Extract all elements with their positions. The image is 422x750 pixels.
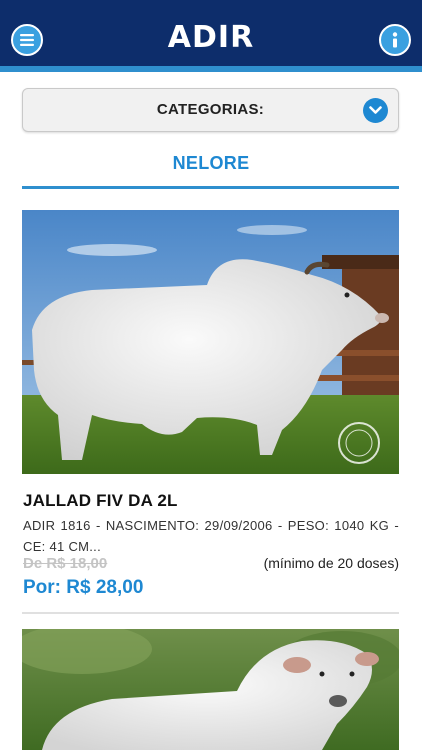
minimum-doses-note: (mínimo de 20 doses) xyxy=(263,555,399,571)
categories-label: CATEGORIAS: xyxy=(156,101,265,118)
section-divider xyxy=(22,186,399,189)
bull-photo xyxy=(22,210,399,474)
old-price: De R$ 18,00 xyxy=(23,555,108,572)
product-name[interactable]: JALLAD FIV DA 2L xyxy=(23,491,178,511)
bull-photo xyxy=(22,629,399,750)
info-icon xyxy=(392,32,398,48)
product-description: ADIR 1816 - NASCIMENTO: 29/09/2006 - PES… xyxy=(23,518,399,554)
product-image[interactable] xyxy=(22,210,399,474)
info-button[interactable] xyxy=(379,24,411,56)
product-image[interactable] xyxy=(22,629,399,750)
current-price: Por: R$ 28,00 xyxy=(23,577,144,598)
app-header: ADIR xyxy=(0,0,422,72)
app-logo: ADIR xyxy=(167,20,255,55)
card-divider xyxy=(22,612,399,614)
chevron-down-icon xyxy=(369,106,382,114)
categories-dropdown[interactable]: CATEGORIAS: xyxy=(22,88,399,132)
section-title[interactable]: NELORE xyxy=(0,153,422,174)
header-accent-bar xyxy=(0,66,422,72)
dropdown-button[interactable] xyxy=(363,98,388,123)
